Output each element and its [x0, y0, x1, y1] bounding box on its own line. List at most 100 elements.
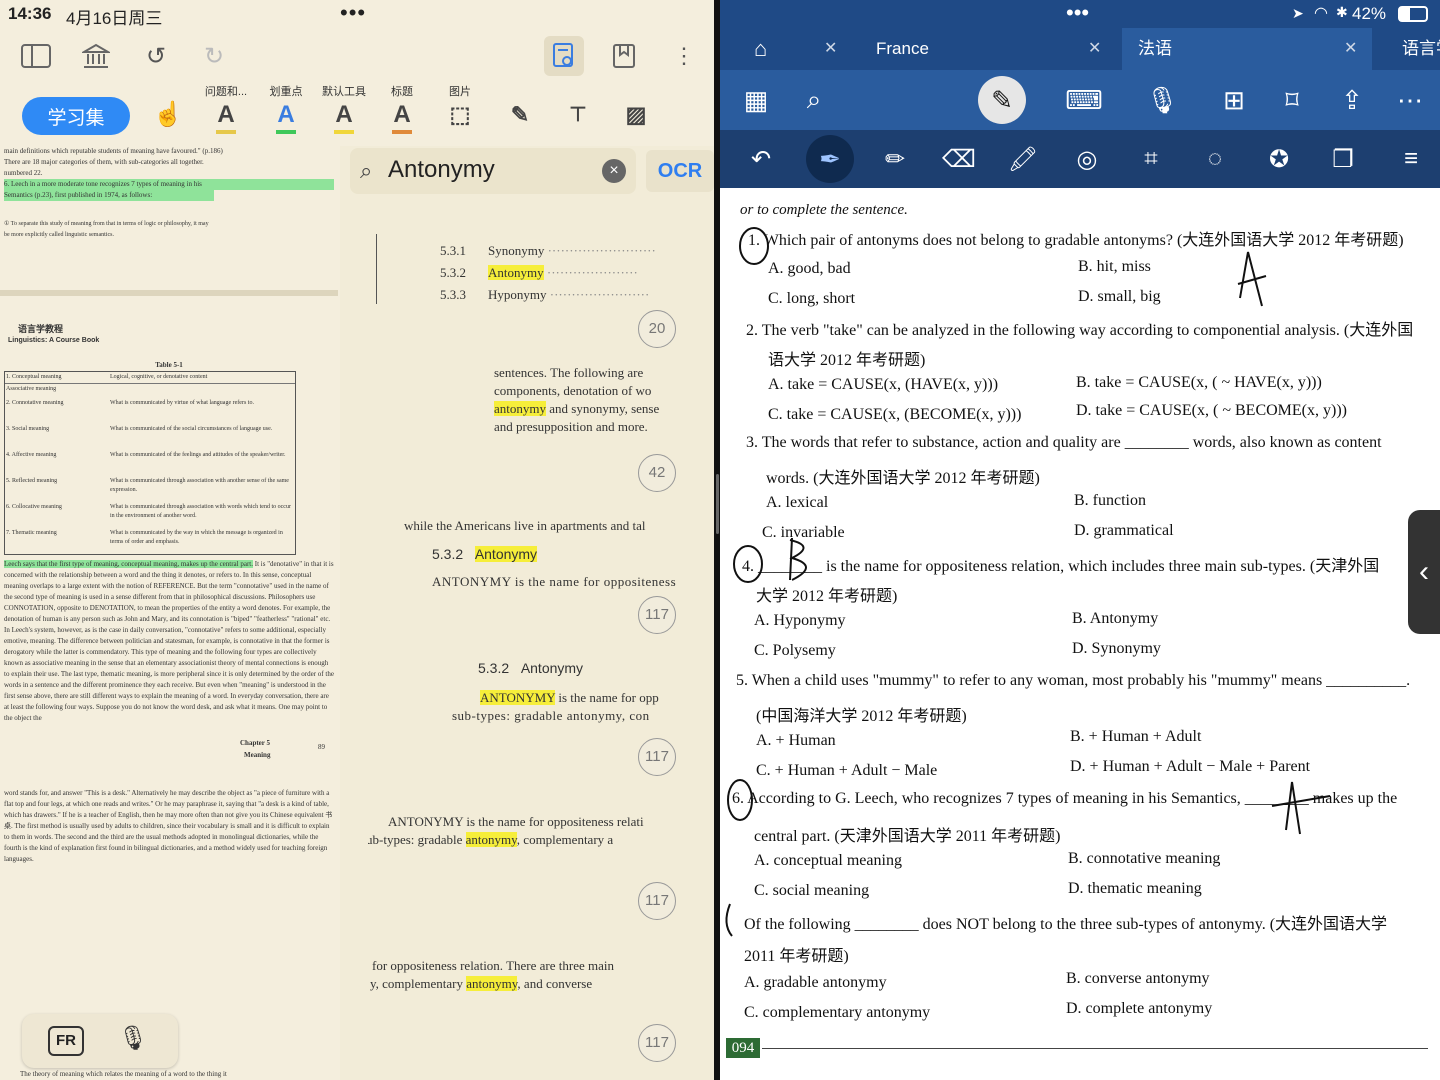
more-icon[interactable]: ⋯	[1392, 82, 1428, 118]
search-result[interactable]: for oppositeness relation. There are thr…	[368, 936, 688, 1072]
undo-icon[interactable]: ↶	[742, 140, 780, 178]
page-badge: 42	[638, 454, 676, 492]
sidebar-icon[interactable]	[18, 38, 54, 74]
pen-mode-icon[interactable]: ✎	[978, 76, 1026, 124]
split-handle[interactable]	[716, 474, 719, 534]
close-icon[interactable]: ✕	[1088, 28, 1101, 70]
page-badge: 117	[638, 1024, 676, 1062]
library-icon[interactable]	[78, 38, 114, 74]
status-bar: 14:36 4月16日周三 •••	[0, 0, 714, 28]
meaning-table: 1. Conceptual meaning Logical, cognitive,…	[4, 371, 296, 555]
shape-icon[interactable]: ◎	[1068, 140, 1106, 178]
drawing-toolbar: ↶ ✒ ✏ ⌫ 🖍 ◎ ⌗ ◌ ✪ ❐ ≡	[720, 130, 1440, 188]
default-tool[interactable]: 默认工具 A	[318, 84, 370, 148]
pencil-tool[interactable]: ✎	[494, 84, 546, 148]
highlighter-a-icon: A	[217, 101, 235, 128]
tab-linguistics[interactable]: 语言学	[1402, 28, 1440, 70]
picture-icon: ▨	[625, 102, 647, 127]
highlighter-a-icon: A	[393, 101, 411, 128]
search-result[interactable]: while the Americans live in apartments a…	[368, 508, 688, 644]
image-tool[interactable]: 图片 ⬚	[434, 84, 486, 148]
search-input[interactable]: ⌕ Antonymy ×	[350, 148, 636, 194]
microphone-icon[interactable]: 🎙	[1144, 82, 1180, 118]
battery-percent: 42%	[1352, 4, 1387, 23]
key-point-tool[interactable]: 划重点 A	[260, 84, 312, 148]
notebook-page[interactable]: or to complete the sentence. 1. Which pa…	[720, 188, 1440, 1080]
search-result[interactable]: ANTONYMY is the name for oppositeness re…	[368, 794, 688, 930]
share-icon[interactable]: ⇪	[1334, 82, 1370, 118]
pencil-icon[interactable]: ✏	[876, 140, 914, 178]
status-bar: ••• ➤ ◠ ✱ 42%	[720, 0, 1440, 28]
picture-tool[interactable]: ▨	[610, 84, 662, 148]
battery-icon	[1398, 6, 1428, 22]
textbox-icon: ⊤	[569, 104, 587, 126]
bookmark-icon[interactable]	[606, 38, 642, 74]
multitask-dots[interactable]: •••	[340, 0, 366, 26]
bluetooth-icon: ✱	[1336, 4, 1348, 20]
side-panel-handle[interactable]: ‹	[1408, 510, 1440, 634]
page-badge: 20	[638, 310, 676, 348]
more-icon[interactable]: ⋮	[666, 38, 702, 74]
circle-mark	[725, 903, 733, 937]
undo-icon[interactable]: ↺	[138, 38, 174, 74]
lasso-icon[interactable]: ◌	[1196, 140, 1234, 178]
search-icon[interactable]: ⌕	[796, 82, 832, 118]
page-badge: 117	[638, 882, 676, 920]
ocr-button[interactable]: OCR	[646, 150, 714, 192]
question-tool[interactable]: 问题和... A	[200, 84, 252, 148]
highlight-sentence: Leech says that the first type of meanin…	[4, 560, 334, 722]
search-document-icon[interactable]	[544, 36, 584, 76]
sticker-icon[interactable]: ✪	[1260, 140, 1298, 178]
crop-icon: ⬚	[449, 102, 471, 127]
hand-icon: ☝	[153, 101, 183, 128]
location-icon: ➤	[1292, 5, 1304, 21]
highlighter-a-icon: A	[277, 101, 295, 128]
page-badge: 117	[638, 738, 676, 776]
floating-input-bar: FR 🎙	[22, 1014, 178, 1068]
page-badge: 117	[638, 596, 676, 634]
search-result[interactable]: 5.3.1 Synonymy ························· …	[368, 222, 688, 358]
main-toolbar: ▦ ⌕ ✎ ⌨ 🎙 ⊞ ⌑ ⇪ ⋯	[720, 70, 1440, 130]
language-button[interactable]: FR	[48, 1026, 84, 1056]
textbox-tool[interactable]: ⊤	[552, 84, 604, 148]
wifi-icon: ◠	[1314, 5, 1328, 22]
tab-bar: ⌂ ✕ France✕ 法语✕ 语言学	[720, 28, 1440, 70]
redo-icon[interactable]: ↻	[196, 38, 232, 74]
tab-france[interactable]: France ✕	[876, 28, 1108, 70]
lasso-image-icon[interactable]: ⌗	[1132, 140, 1170, 178]
reader-app: 14:36 4月16日周三 ••• ↺ ↻ ⋮ 学习集 ☝ 问题和... A 划重…	[0, 0, 714, 1080]
keyboard-icon[interactable]: ⌨	[1065, 82, 1103, 118]
pdf-page-main: 语言学教程 Linguistics: A Course Book Table 5…	[4, 324, 334, 863]
pen-width-icon[interactable]: ≡	[1392, 140, 1430, 178]
notes-app: ••• ➤ ◠ ✱ 42% ⌂ ✕ France✕ 法语✕ 语言学 ▦ ⌕ ✎ …	[720, 0, 1440, 1080]
handwritten-a	[1237, 251, 1267, 307]
search-panel: ⌕ Antonymy × OCR 5.3.1 Synonymy ·········…	[340, 146, 714, 1080]
status-time: 14:36	[8, 4, 52, 23]
highlighter-icon[interactable]: 🖍	[1004, 140, 1042, 178]
search-result[interactable]: sentences. The following are components,…	[368, 366, 688, 502]
study-set-button[interactable]: 学习集	[22, 97, 130, 135]
eraser-icon[interactable]: ⌫	[940, 140, 978, 178]
bookmark-icon[interactable]: ⌑	[1274, 82, 1310, 118]
pencil-icon: ✎	[510, 102, 530, 127]
copy-icon[interactable]: ❐	[1324, 140, 1362, 178]
close-icon[interactable]: ✕	[1344, 28, 1357, 70]
highlighter-a-icon: A	[335, 101, 353, 128]
clear-icon[interactable]: ×	[602, 159, 626, 183]
search-result[interactable]: 5.3.2 Antonymy ANTONYMY is the name for …	[368, 650, 688, 786]
tab-french[interactable]: 法语 ✕	[1122, 28, 1372, 70]
heading-tool[interactable]: 标题 A	[376, 84, 428, 148]
page-number: 094	[726, 1038, 760, 1058]
grid-icon[interactable]: ▦	[738, 82, 774, 118]
status-date: 4月16日周三	[66, 9, 163, 28]
microphone-icon[interactable]: 🎙	[118, 1024, 148, 1053]
add-page-icon[interactable]: ⊞	[1216, 82, 1252, 118]
hand-tool[interactable]: ☝	[142, 84, 194, 148]
pdf-page-top: main definitions which reputable student…	[0, 146, 338, 290]
top-toolbar: ↺ ↻ ⋮	[0, 28, 714, 84]
multitask-dots[interactable]: •••	[1066, 0, 1089, 26]
home-tab[interactable]: ⌂	[754, 28, 767, 70]
fountain-pen-icon[interactable]: ✒	[806, 135, 854, 183]
search-icon: ⌕	[360, 158, 373, 183]
close-icon[interactable]: ✕	[824, 28, 837, 70]
